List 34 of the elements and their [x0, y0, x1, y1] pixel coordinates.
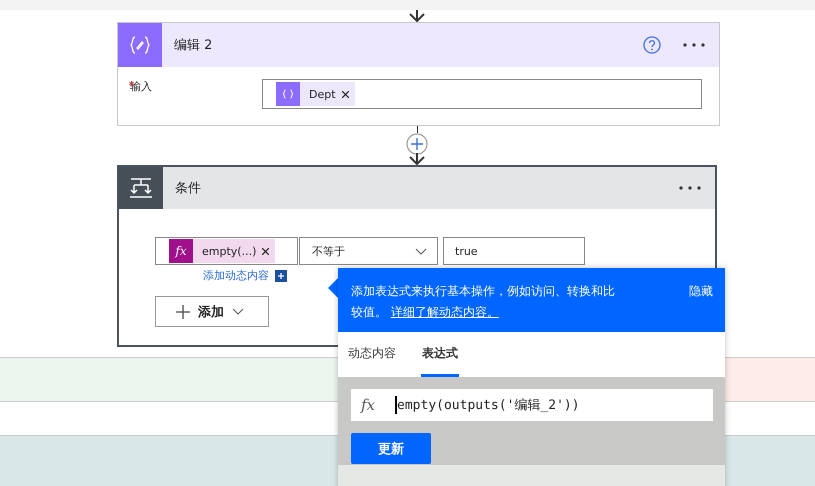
- card-title: 编辑 2: [174, 37, 214, 54]
- update-button[interactable]: 更新: [351, 433, 431, 464]
- braces-icon: [282, 89, 294, 99]
- add-button[interactable]: 添加: [155, 296, 269, 327]
- card-title: 条件: [175, 180, 202, 197]
- more-icon[interactable]: [683, 43, 705, 47]
- function-icon: fx: [175, 244, 187, 258]
- down-arrow-icon: [409, 10, 425, 22]
- more-icon[interactable]: [679, 186, 701, 190]
- chevron-down-icon: [232, 308, 244, 315]
- field-label: 输入: [130, 79, 153, 95]
- plus-icon[interactable]: [275, 270, 287, 282]
- chevron-down-icon: [415, 248, 427, 254]
- tab[interactable]: 动态内容: [347, 332, 397, 377]
- condition-value-field[interactable]: fx empty(...): [155, 237, 298, 265]
- token-chip[interactable]: Dept: [276, 82, 355, 106]
- braces-icon: [129, 35, 151, 55]
- info-message: 添加表达式来执行基本操作，例如访问、转换和比较值。 详细了解动态内容。: [351, 283, 616, 321]
- add-dynamic-content-link[interactable]: 添加动态内容: [203, 268, 269, 283]
- value-field[interactable]: true: [443, 237, 585, 265]
- remove-icon[interactable]: [342, 90, 349, 98]
- learn-more-link[interactable]: 详细了解动态内容。: [390, 305, 499, 319]
- condition-icon: [129, 177, 153, 199]
- add-step-icon[interactable]: [406, 133, 428, 155]
- plus-icon: [176, 304, 190, 318]
- remove-icon[interactable]: [262, 248, 270, 254]
- function-icon: fx: [361, 396, 376, 414]
- expression-field[interactable]: fx empty(outputs('编辑_2')): [351, 389, 713, 421]
- token-chip[interactable]: fx empty(...): [169, 239, 276, 263]
- help-icon[interactable]: [643, 36, 661, 54]
- hide-link[interactable]: 隐藏: [689, 281, 713, 332]
- down-arrow-icon: [409, 153, 425, 165]
- input-field[interactable]: Dept: [262, 79, 702, 109]
- operator-dropdown[interactable]: 不等于: [299, 237, 438, 265]
